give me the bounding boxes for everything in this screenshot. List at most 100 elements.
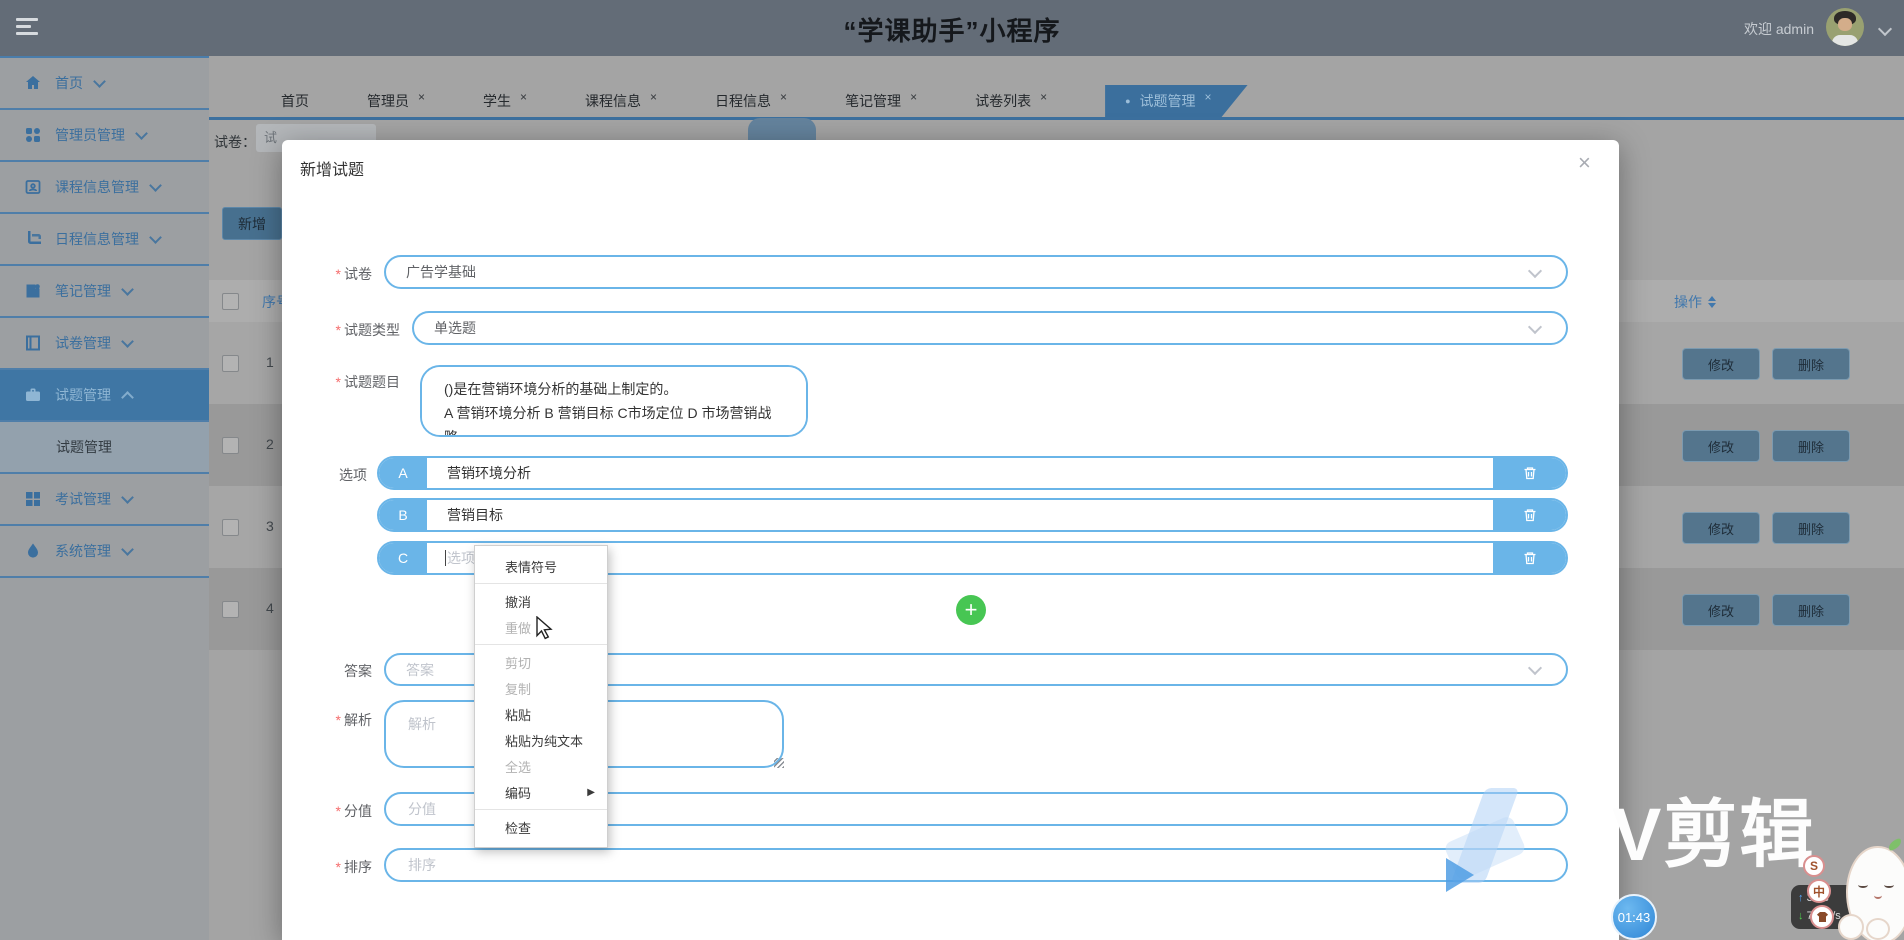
menu-item-encoding[interactable]: 编码 ▶ [475,779,607,805]
context-menu: 表情符号 撤消 重做 剪切 复制 粘贴 粘贴为纯文本 全选 编码 ▶ 检查 [474,545,608,848]
app-title: “学课助手”小程序 [0,11,1904,48]
close-icon[interactable]: × [418,90,425,104]
order-input[interactable] [406,849,1546,881]
action-column-header: 操作 [1674,292,1716,312]
sidebar-item-exams[interactable]: 考试管理 [0,474,209,526]
option-a-input[interactable] [427,457,1493,489]
paper-select[interactable]: 广告学基础 [384,255,1568,289]
upload-arrow-icon: ↑ [1798,892,1804,904]
drop-icon [24,542,42,560]
crop-icon [24,230,42,248]
question-textarea[interactable]: ()是在营销环境分析的基础上制定的。 A 营销环境分析 B 营销目标 C市场定位… [420,365,808,437]
sidebar-item-notes[interactable]: 笔记管理 [0,266,209,318]
menu-item-cut: 剪切 [475,649,607,675]
score-label: *分值 [282,801,372,821]
option-letter-badge: A [379,458,427,488]
modal-close-icon[interactable]: × [1578,152,1591,174]
close-icon[interactable]: × [520,90,527,104]
close-icon[interactable]: × [1205,90,1212,104]
trash-icon [1522,507,1538,523]
grid-icon [24,126,42,144]
delete-button[interactable]: 删除 [1772,430,1850,462]
menu-separator [475,583,607,584]
menu-item-inspect[interactable]: 检查 [475,814,607,840]
close-icon[interactable]: × [780,90,787,104]
tab-admin[interactable]: 管理员× [367,91,425,111]
options-label: 选项 [282,465,367,485]
menu-item-undo[interactable]: 撤消 [475,588,607,614]
sort-icon[interactable] [1708,296,1716,308]
tab-notes[interactable]: 笔记管理× [845,91,917,111]
tab-strip: 首页 管理员× 学生× 课程信息× 日程信息× 笔记管理× 试卷列表× ●试题管… [209,85,1904,117]
delete-option-button[interactable] [1493,458,1566,488]
add-button[interactable]: 新增 [222,207,282,240]
sidebar-item-papers[interactable]: 试卷管理 [0,318,209,370]
paper-icon [24,334,42,352]
tab-course-info[interactable]: 课程信息× [585,91,657,111]
sticker-s-badge: S [1803,855,1825,877]
tab-home[interactable]: 首页 [281,91,309,111]
edit-button[interactable]: 修改 [1682,430,1760,462]
analysis-label: *解析 [282,710,372,730]
menu-item-copy: 复制 [475,675,607,701]
delete-button[interactable]: 删除 [1772,594,1850,626]
close-icon[interactable]: × [1040,90,1047,104]
watermark-text: V剪辑 [1612,775,1815,882]
delete-option-button[interactable] [1493,500,1566,530]
sticker-zhong-badge: 中 [1807,879,1831,903]
close-icon[interactable]: × [910,90,917,104]
note-icon [24,282,42,300]
sidebar-item-questions[interactable]: 试题管理 [0,370,209,422]
trash-icon [1522,550,1538,566]
type-select[interactable]: 单选题 [412,311,1568,345]
delete-button[interactable]: 删除 [1772,348,1850,380]
chevron-down-icon [1528,263,1542,277]
edit-button[interactable]: 修改 [1682,512,1760,544]
row-checkbox[interactable] [222,437,239,454]
tab-schedule-info[interactable]: 日程信息× [715,91,787,111]
type-label: *试题类型 [282,320,400,340]
menu-item-paste-plain[interactable]: 粘贴为纯文本 [475,727,607,753]
resize-grip-icon[interactable] [774,758,784,768]
delete-button[interactable]: 删除 [1772,512,1850,544]
sidebar-item-admin[interactable]: 管理员管理 [0,110,209,162]
select-all-checkbox[interactable] [222,293,239,310]
option-letter-badge: C [379,543,427,573]
edit-button[interactable]: 修改 [1682,594,1760,626]
text-caret [445,550,446,566]
option-b-input[interactable] [427,499,1493,531]
sidebar-subitem-question-manage[interactable]: 试题管理 [0,422,209,474]
grid2-icon [24,490,42,508]
query-button[interactable] [748,118,816,142]
sidebar-item-schedule[interactable]: 日程信息管理 [0,214,209,266]
tab-question-manage-active[interactable]: ●试题管理× [1105,85,1247,117]
close-icon[interactable]: × [650,90,657,104]
chevron-down-icon [1528,661,1542,675]
sticker-shirt-badge [1810,905,1834,929]
menu-item-paste[interactable]: 粘贴 [475,701,607,727]
row-checkbox[interactable] [222,519,239,536]
sticker-mini-mascot [1866,918,1890,940]
edit-button[interactable]: 修改 [1682,348,1760,380]
tab-student[interactable]: 学生× [483,91,527,111]
row-checkbox[interactable] [222,355,239,372]
sidebar-item-course[interactable]: 课程信息管理 [0,162,209,214]
briefcase-icon [24,386,42,404]
topbar: “学课助手”小程序 欢迎 admin [0,0,1904,56]
tab-strip-underline [209,117,1904,120]
modal-title: 新增试题 [300,156,364,180]
active-dot: ● [1125,96,1130,106]
tab-paper-list[interactable]: 试卷列表× [975,91,1047,111]
sticker-mini-mascot [1838,914,1864,940]
menu-item-emoji[interactable]: 表情符号 [475,553,607,579]
delete-option-button[interactable] [1493,543,1566,573]
add-option-button[interactable]: + [956,595,986,625]
sidebar-item-system[interactable]: 系统管理 [0,526,209,578]
recording-timer[interactable]: 01:43 [1611,894,1657,940]
download-arrow-icon: ↓ [1798,910,1804,922]
sidebar-item-home[interactable]: 首页 [0,58,209,110]
avatar[interactable] [1826,8,1864,46]
order-label: *排序 [282,857,372,877]
row-checkbox[interactable] [222,601,239,618]
shirt-icon [1816,911,1829,923]
